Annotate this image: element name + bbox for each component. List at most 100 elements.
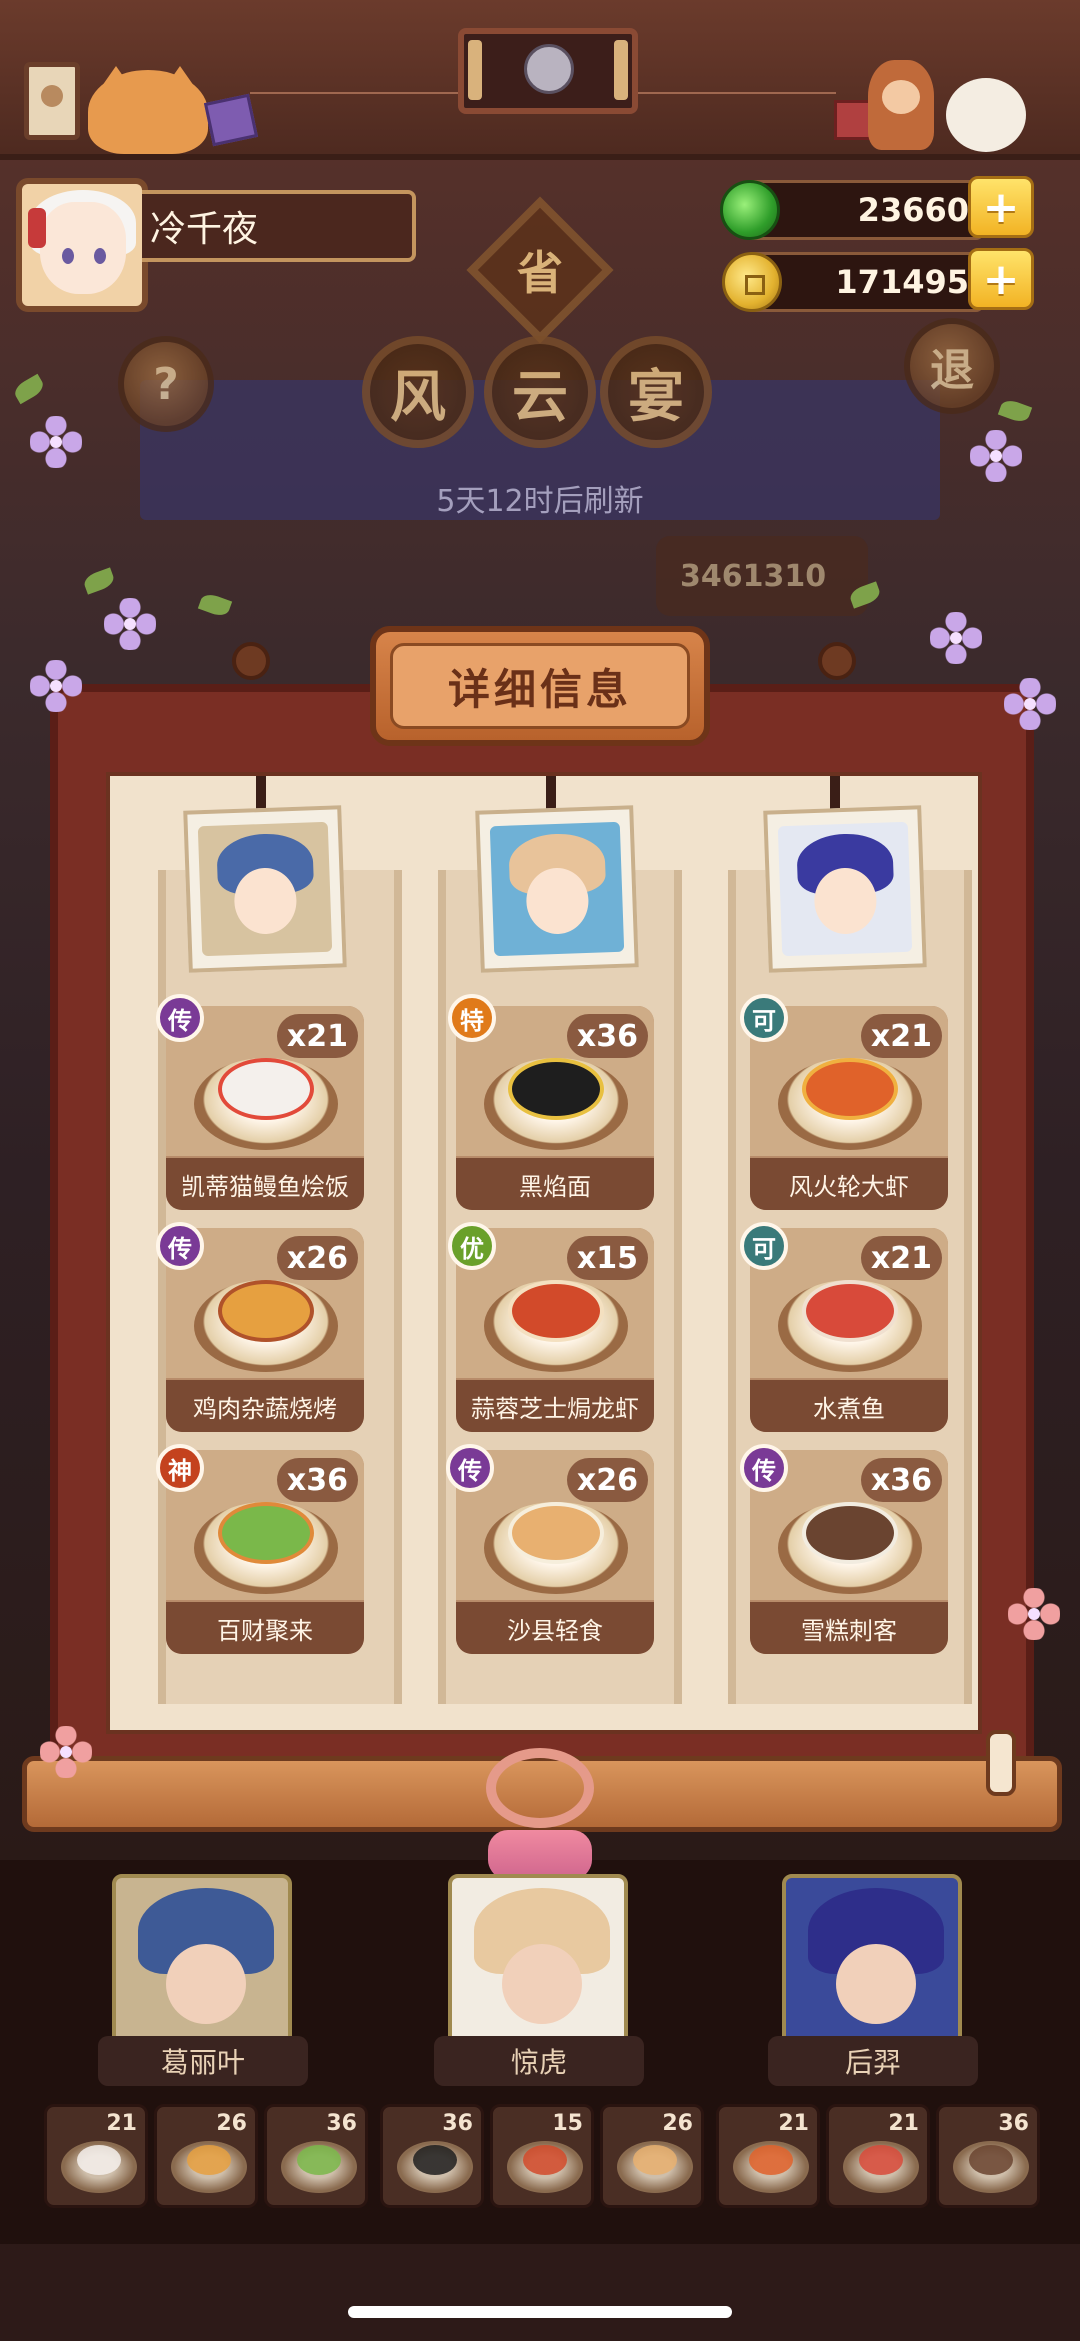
- dish-count: x36: [276, 1458, 358, 1502]
- dish-slot-count: 15: [552, 2111, 583, 2136]
- chef-face: [166, 1944, 246, 2024]
- dish-count: x21: [860, 1014, 942, 1058]
- dish-slot-count: 21: [778, 2111, 809, 2136]
- dish-name: 水煮鱼: [750, 1380, 948, 1432]
- avatar-hair-ornament: [28, 208, 46, 248]
- grade-badge: 传: [446, 1444, 494, 1492]
- grade-badge: 优: [448, 1222, 496, 1270]
- grade-badge: 传: [156, 994, 204, 1042]
- dish-image: [218, 1280, 314, 1342]
- scroll-end-icon: [468, 40, 482, 100]
- tassel-knot-icon: [486, 1748, 594, 1828]
- player-name: 冷千夜: [142, 190, 416, 262]
- chef-portrait-1: [183, 805, 347, 973]
- chef-face: [836, 1944, 916, 2024]
- dish-image: [77, 2145, 121, 2175]
- scroll-knob-icon: [232, 642, 270, 680]
- dish-slot[interactable]: 15: [490, 2104, 594, 2208]
- dish-slot[interactable]: 21: [44, 2104, 148, 2208]
- flower-icon: [1008, 1588, 1060, 1640]
- refresh-timer: 5天12时后刷新: [436, 484, 644, 519]
- dish-slot-count: 36: [442, 2111, 473, 2136]
- dish-count: x26: [566, 1458, 648, 1502]
- dish-image: [969, 2145, 1013, 2175]
- dish-image: [413, 2145, 457, 2175]
- dish-slot-count: 36: [998, 2111, 1029, 2136]
- dish-image: [187, 2145, 231, 2175]
- raccoon-banner: [458, 28, 638, 114]
- dish-count: x21: [860, 1236, 942, 1280]
- add-jade-button[interactable]: +: [968, 176, 1034, 238]
- chef-boy-icon: [868, 60, 934, 150]
- dish-slot-count: 26: [662, 2111, 693, 2136]
- scroll-rod-end: [986, 1730, 1016, 1796]
- exit-button[interactable]: 退: [904, 318, 1000, 414]
- chef-portrait-art: [777, 821, 913, 957]
- chef-name-3: 后羿: [768, 2036, 978, 2086]
- chef-name-1: 葛丽叶: [98, 2036, 308, 2086]
- dish-card[interactable]: x21 凯蒂猫鳗鱼烩饭: [166, 1006, 364, 1210]
- dish-slot[interactable]: 21: [716, 2104, 820, 2208]
- title-char-1: 风: [362, 336, 474, 448]
- dish-slot-count: 26: [216, 2111, 247, 2136]
- dish-count: x15: [566, 1236, 648, 1280]
- dish-slot[interactable]: 36: [936, 2104, 1040, 2208]
- dish-name: 蒜蓉芝士焗龙虾: [456, 1380, 654, 1432]
- avatar-face: [40, 202, 126, 294]
- grade-badge: 传: [156, 1222, 204, 1270]
- add-coin-button[interactable]: +: [968, 248, 1034, 310]
- dish-image: [508, 1058, 604, 1120]
- dish-slot[interactable]: 26: [154, 2104, 258, 2208]
- flower-icon: [40, 1726, 92, 1778]
- paw-sign-icon: [24, 62, 80, 140]
- dish-count: x36: [860, 1458, 942, 1502]
- dish-slot[interactable]: 21: [826, 2104, 930, 2208]
- dish-image: [297, 2145, 341, 2175]
- dish-name: 鸡肉杂蔬烧烤: [166, 1380, 364, 1432]
- dish-image: [633, 2145, 677, 2175]
- chef-portrait-art: [197, 821, 333, 957]
- dish-name: 百财聚来: [166, 1602, 364, 1654]
- dish-name: 雪糕刺客: [750, 1602, 948, 1654]
- orange-cat-icon: [88, 66, 208, 154]
- dish-image: [218, 1502, 314, 1564]
- dish-image: [859, 2145, 903, 2175]
- avatar-eye: [62, 248, 74, 264]
- dish-slot[interactable]: 36: [264, 2104, 368, 2208]
- dish-slot-count: 36: [326, 2111, 357, 2136]
- dish-image: [508, 1502, 604, 1564]
- book-icon: [203, 93, 259, 147]
- flower-icon: [104, 598, 156, 650]
- jade-icon: [720, 180, 780, 240]
- help-button[interactable]: ?: [118, 336, 214, 432]
- raccoon-icon: [524, 44, 574, 94]
- dish-slot[interactable]: 26: [600, 2104, 704, 2208]
- player-avatar[interactable]: [16, 178, 148, 312]
- dish-image: [802, 1502, 898, 1564]
- scroll-end-icon: [614, 40, 628, 100]
- coin-icon: [722, 252, 782, 312]
- dish-slot-count: 21: [106, 2111, 137, 2136]
- chef-face: [502, 1944, 582, 2024]
- grade-badge: 神: [156, 1444, 204, 1492]
- dish-card[interactable]: x21 风火轮大虾: [750, 1006, 948, 1210]
- grade-badge: 可: [740, 994, 788, 1042]
- dish-count: x26: [276, 1236, 358, 1280]
- dish-slot[interactable]: 36: [380, 2104, 484, 2208]
- dish-image: [523, 2145, 567, 2175]
- chef-slot-1[interactable]: [112, 1874, 292, 2046]
- home-indicator[interactable]: [348, 2306, 732, 2318]
- title-char-2: 云: [484, 336, 596, 448]
- dish-image: [802, 1058, 898, 1120]
- dish-name: 风火轮大虾: [750, 1158, 948, 1210]
- dish-count: x21: [276, 1014, 358, 1058]
- dialog-title-plaque: 详细信息: [370, 626, 710, 746]
- chef-slot-2[interactable]: [448, 1874, 628, 2046]
- dialog-title: 详细信息: [390, 643, 690, 729]
- flower-icon: [970, 430, 1022, 482]
- decor-string: [636, 92, 836, 94]
- flower-icon: [930, 612, 982, 664]
- dish-name: 沙县轻食: [456, 1602, 654, 1654]
- scroll-knob-icon: [818, 642, 856, 680]
- chef-slot-3[interactable]: [782, 1874, 962, 2046]
